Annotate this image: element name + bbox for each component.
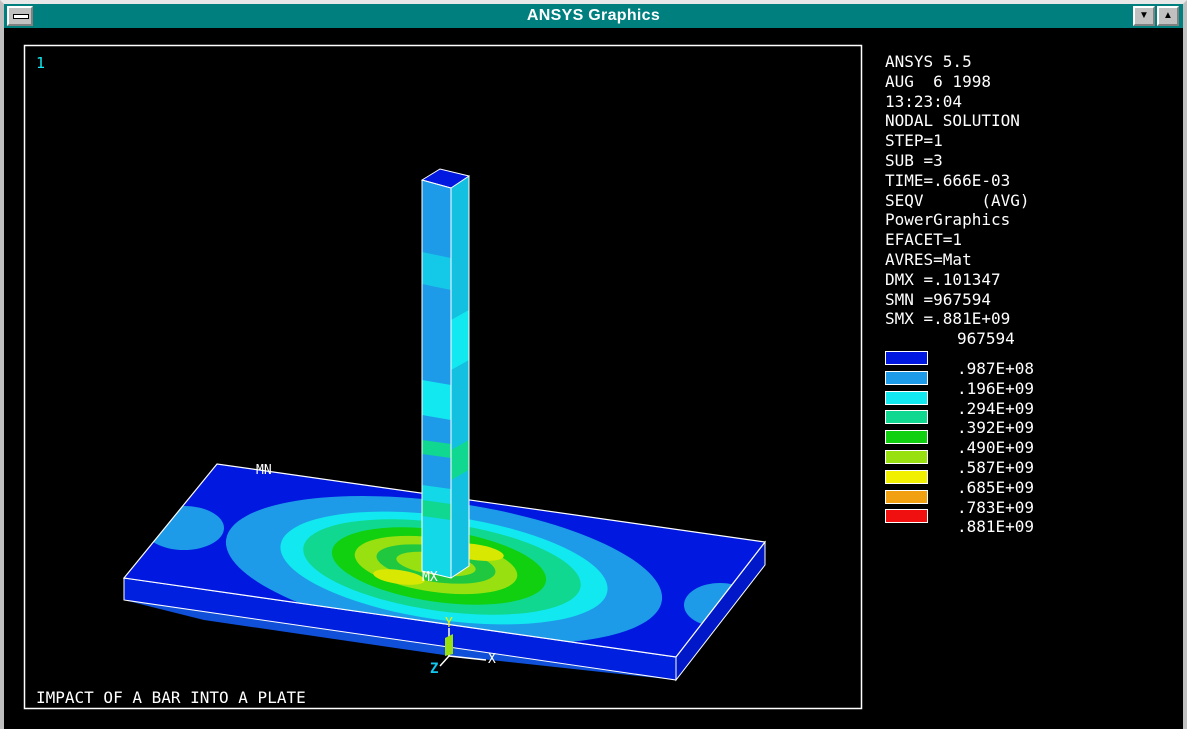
maximize-button[interactable]: ▲: [1157, 6, 1179, 26]
maximize-icon: ▲: [1163, 10, 1173, 21]
legend-row: .196E+09: [885, 369, 1175, 398]
info-line: TIME=.666E-03: [885, 170, 1011, 190]
info-line: SUB =3: [885, 150, 943, 170]
legend-swatch: [885, 430, 928, 445]
legend-row: .294E+09: [885, 389, 1175, 418]
legend-row: .881E+09: [885, 507, 1175, 536]
solution-info: ANSYS 5.5 AUG 6 1998 13:23:04 NODAL SOLUTIO…: [885, 52, 1175, 329]
info-line: PowerGraphics: [885, 210, 1011, 230]
legend-row: .987E+08: [885, 349, 1175, 378]
info-line: AUG 6 1998: [885, 71, 991, 91]
info-line: SMX =.881E+09: [885, 309, 1011, 329]
legend-min-value: 967594: [957, 329, 1015, 349]
legend-row: .587E+09: [885, 448, 1175, 477]
legend-swatch: [885, 469, 928, 484]
minimize-button[interactable]: ▼: [1133, 6, 1155, 26]
contour-legend: .987E+08.196E+09.294E+09.392E+09.490E+09…: [885, 349, 1175, 536]
legend-swatch: [885, 410, 928, 425]
triad-x-label: X: [488, 652, 496, 667]
max-label: MX: [422, 570, 438, 585]
bar-side-face: [451, 176, 469, 578]
plot-caption: IMPACT OF A BAR INTO A PLATE: [36, 688, 306, 707]
bar-band: [422, 380, 451, 420]
bar-band: [422, 485, 451, 578]
title-bar[interactable]: ANSYS Graphics ▼ ▲: [4, 4, 1183, 30]
min-label: MN: [256, 463, 272, 478]
ansys-graphics-window: ANSYS Graphics ▼ ▲ MN MX Y X Z 1 IMPACT …: [0, 0, 1187, 729]
legend-row: .392E+09: [885, 408, 1175, 437]
minimize-icon: ▼: [1139, 10, 1149, 21]
legend-row: .490E+09: [885, 428, 1175, 457]
legend-swatch: [885, 390, 928, 405]
info-line: STEP=1: [885, 131, 943, 151]
legend-row: .685E+09: [885, 468, 1175, 497]
triad-y-label: Y: [445, 616, 453, 631]
info-line: 13:23:04: [885, 91, 963, 111]
legend-row: .783E+09: [885, 488, 1175, 517]
info-legend-panel: ANSYS 5.5 AUG 6 1998 13:23:04 NODAL SOLUTIO…: [885, 52, 1175, 536]
bar-band: [451, 310, 469, 370]
legend-swatch: [885, 449, 928, 464]
bar-band: [422, 252, 451, 290]
legend-swatch: [885, 350, 928, 365]
legend-swatch: [885, 509, 928, 524]
info-line: DMX =.101347: [885, 269, 1001, 289]
legend-value: .881E+09: [957, 517, 1035, 537]
info-line: SMN =967594: [885, 289, 991, 309]
legend-swatch: [885, 489, 928, 504]
info-line: ANSYS 5.5: [885, 52, 972, 71]
graphics-client-area[interactable]: MN MX Y X Z 1 IMPACT OF A BAR INTO A PLA…: [4, 30, 1183, 729]
triad-z-label: Z: [430, 661, 438, 677]
info-line: AVRES=Mat: [885, 249, 972, 269]
info-line: SEQV (AVG): [885, 190, 1030, 210]
window-number: 1: [36, 54, 45, 72]
window-title: ANSYS Graphics: [526, 7, 661, 24]
info-line: EFACET=1: [885, 230, 963, 250]
legend-swatch: [885, 370, 928, 385]
info-line: NODAL SOLUTION: [885, 111, 1020, 131]
